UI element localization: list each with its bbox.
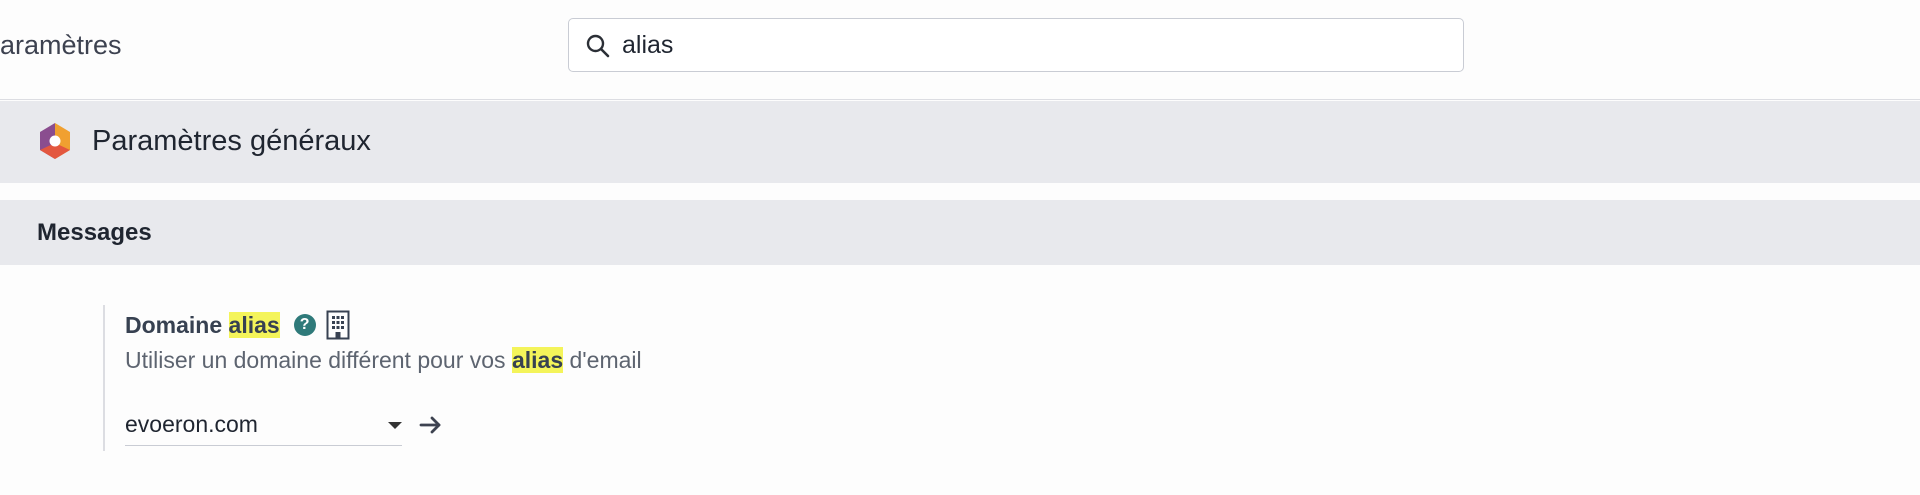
setting-description: Utiliser un domaine différent pour vos a… bbox=[125, 347, 642, 374]
page-title: Paramètres bbox=[0, 30, 122, 60]
selected-domain: evoeron.com bbox=[125, 411, 258, 437]
setting-title: Domaine alias bbox=[125, 311, 280, 339]
top-bar: Paramètres bbox=[0, 0, 1920, 100]
search-highlight: alias bbox=[228, 311, 280, 338]
search-box[interactable] bbox=[568, 18, 1464, 72]
settings-app-logo bbox=[40, 123, 70, 159]
description-suffix: d'email bbox=[563, 347, 642, 373]
section-title: Messages bbox=[37, 219, 152, 246]
search-input[interactable] bbox=[622, 30, 1442, 60]
messages-section-header: Messages bbox=[0, 200, 1920, 265]
search-highlight: alias bbox=[511, 347, 564, 373]
alias-domain-select[interactable]: evoeron.com bbox=[125, 409, 402, 446]
arrow-right-icon[interactable] bbox=[418, 412, 444, 438]
setting-title-row: Domaine alias ? bbox=[125, 310, 350, 340]
caret-down-icon[interactable] bbox=[388, 422, 402, 429]
app-title: Paramètres généraux bbox=[92, 125, 371, 157]
help-icon[interactable]: ? bbox=[293, 314, 316, 336]
description-text: Utiliser un domaine différent pour vos bbox=[125, 347, 512, 373]
setting-title-text: Domaine bbox=[125, 311, 229, 338]
alias-domain-setting: Domaine alias ? Utiliser un domaine diff… bbox=[103, 305, 805, 451]
building-icon bbox=[326, 310, 350, 340]
search-icon bbox=[586, 34, 610, 58]
app-section-header: Paramètres généraux bbox=[0, 101, 1920, 183]
